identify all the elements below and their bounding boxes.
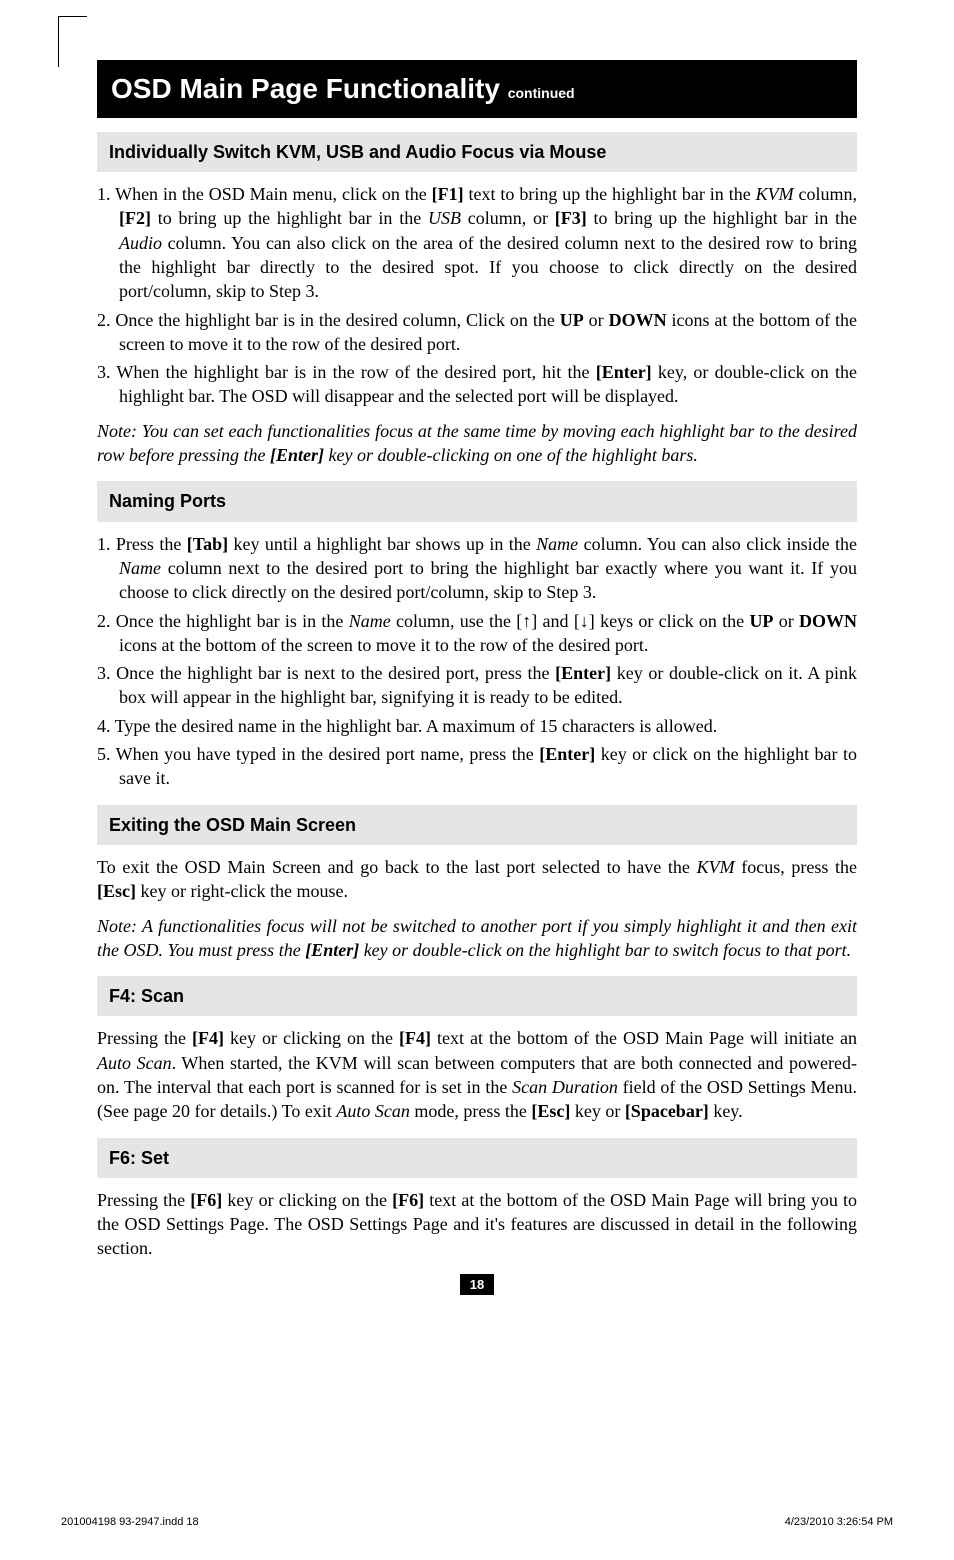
- paragraph: To exit the OSD Main Screen and go back …: [97, 855, 857, 904]
- paragraph: Pressing the [F4] key or clicking on the…: [97, 1026, 857, 1123]
- section-4-body: Pressing the [F4] key or clicking on the…: [97, 1026, 857, 1123]
- page-number-wrap: 18: [97, 1271, 857, 1296]
- list-item: 3. Once the highlight bar is next to the…: [97, 661, 857, 710]
- paragraph: Pressing the [F6] key or clicking on the…: [97, 1188, 857, 1261]
- note-text: Note: A functionalities focus will not b…: [97, 914, 857, 963]
- print-footer: 201004198 93-2947.indd 18 4/23/2010 3:26…: [37, 1515, 917, 1530]
- section-heading-5: F6: Set: [97, 1138, 857, 1178]
- list-item: 2. Once the highlight bar is in the desi…: [97, 308, 857, 357]
- list-item: 1. When in the OSD Main menu, click on t…: [97, 182, 857, 303]
- page-title-bar: OSD Main Page Functionality continued: [97, 60, 857, 118]
- list-item: 4. Type the desired name in the highligh…: [97, 714, 857, 738]
- section-1-body: 1. When in the OSD Main menu, click on t…: [97, 182, 857, 467]
- list-item: 2. Once the highlight bar is in the Name…: [97, 609, 857, 658]
- footer-right: 4/23/2010 3:26:54 PM: [785, 1515, 893, 1530]
- list-item: 1. Press the [Tab] key until a highlight…: [97, 532, 857, 605]
- page-title: OSD Main Page Functionality: [111, 73, 500, 104]
- section-heading-1: Individually Switch KVM, USB and Audio F…: [97, 132, 857, 172]
- note-text: Note: You can set each functionalities f…: [97, 419, 857, 468]
- page-number: 18: [460, 1274, 494, 1296]
- section-3-body: To exit the OSD Main Screen and go back …: [97, 855, 857, 962]
- crop-mark: [58, 16, 87, 67]
- page-title-continued: continued: [508, 85, 575, 101]
- section-5-body: Pressing the [F6] key or clicking on the…: [97, 1188, 857, 1261]
- section-heading-3: Exiting the OSD Main Screen: [97, 805, 857, 845]
- list-item: 3. When the highlight bar is in the row …: [97, 360, 857, 409]
- document-page: OSD Main Page Functionality continued In…: [67, 60, 887, 1295]
- section-heading-4: F4: Scan: [97, 976, 857, 1016]
- section-2-body: 1. Press the [Tab] key until a highlight…: [97, 532, 857, 791]
- section-heading-2: Naming Ports: [97, 481, 857, 521]
- list-item: 5. When you have typed in the desired po…: [97, 742, 857, 791]
- footer-left: 201004198 93-2947.indd 18: [61, 1515, 199, 1530]
